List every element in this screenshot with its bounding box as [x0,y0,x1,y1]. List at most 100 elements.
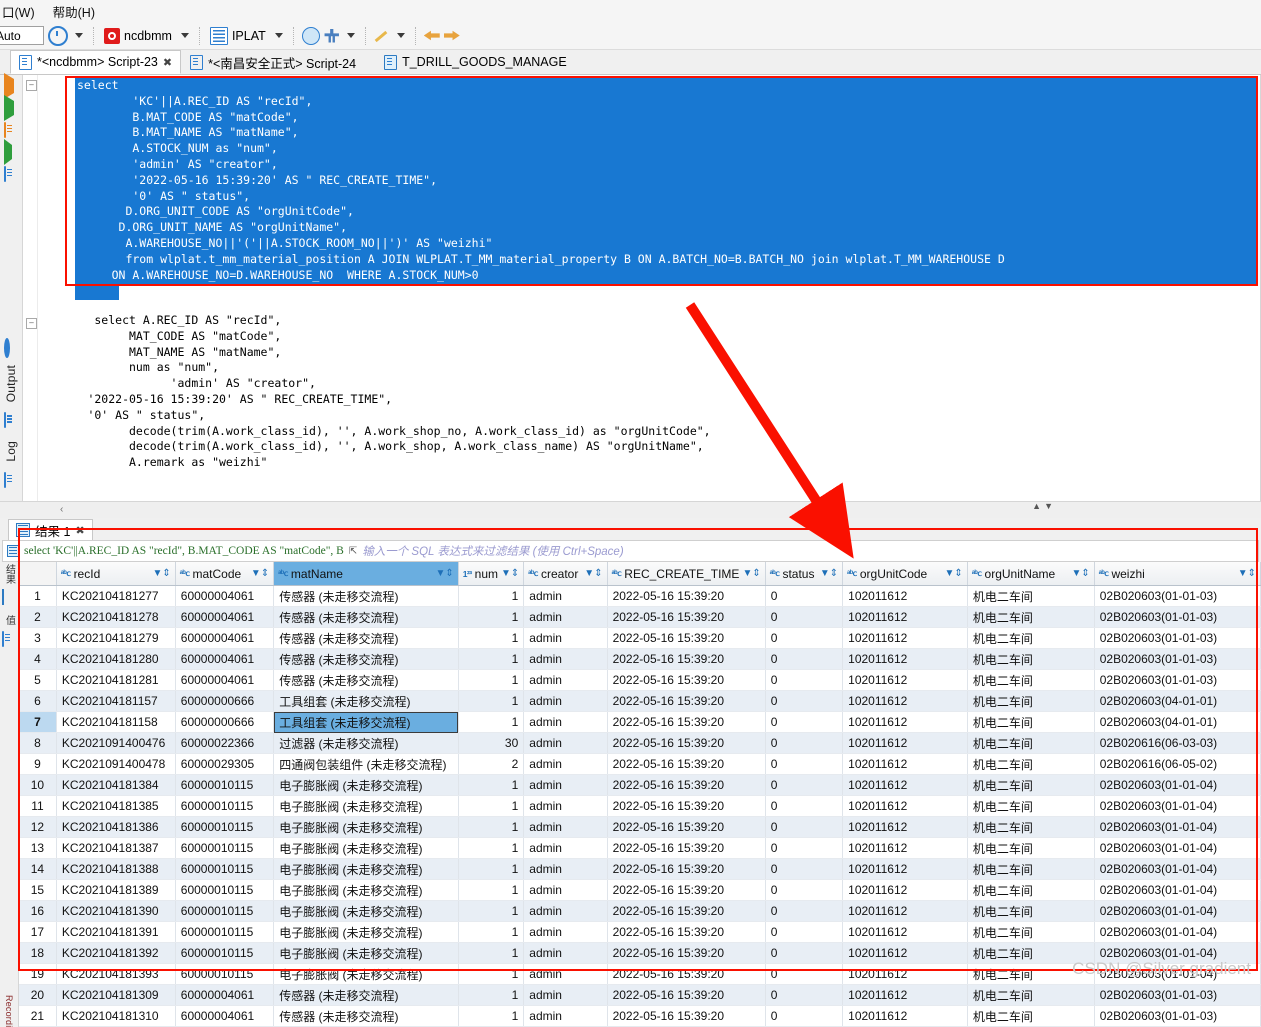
cell-REC_CREATE_TIME[interactable]: 2022-05-16 15:39:20 [607,796,765,817]
cell-num[interactable]: 1 [458,712,524,733]
execute-script-icon[interactable] [4,123,19,138]
row-number-cell[interactable]: 19 [19,964,56,985]
menu-item-help[interactable]: 帮助(H) [51,2,97,21]
cell-status[interactable]: 0 [765,649,842,670]
cell-matCode[interactable]: 60000004061 [175,649,273,670]
cell-orgUnitName[interactable]: 机电二车间 [967,901,1094,922]
execute-new-tab-icon[interactable] [4,101,19,116]
cell-matCode[interactable]: 60000010115 [175,964,273,985]
cell-REC_CREATE_TIME[interactable]: 2022-05-16 15:39:20 [607,985,765,1006]
close-icon[interactable]: ✖ [163,56,172,69]
cell-weizhi[interactable]: 02B020603(01-01-04) [1094,838,1260,859]
cell-matCode[interactable]: 60000004061 [175,628,273,649]
cell-creator[interactable]: admin [524,754,607,775]
cell-REC_CREATE_TIME[interactable]: 2022-05-16 15:39:20 [607,754,765,775]
cell-orgUnitCode[interactable]: 102011612 [843,964,968,985]
cell-orgUnitCode[interactable]: 102011612 [843,943,968,964]
table-row[interactable]: 2KC20210418127860000004061传感器 (未走移交流程)1a… [19,607,1261,628]
filter-sort-icon[interactable]: ▼⇕ [1071,568,1089,579]
cell-recId[interactable]: KC2021091400476 [56,733,175,754]
cell-recId[interactable]: KC202104181277 [56,586,175,607]
cell-weizhi[interactable]: 02B020603(01-01-03) [1094,649,1260,670]
cell-matName[interactable]: 过滤器 (未走移交流程) [274,733,459,754]
schema-selector[interactable]: IPLAT [208,27,268,45]
chevron-down-icon[interactable] [347,33,355,38]
row-number-cell[interactable]: 11 [19,796,56,817]
tab-script-23[interactable]: *<ncdbmm> Script-23 ✖ [10,50,181,74]
cell-matCode[interactable]: 60000010115 [175,775,273,796]
cell-creator[interactable]: admin [524,880,607,901]
cell-orgUnitCode[interactable]: 102011612 [843,733,968,754]
cell-recId[interactable]: KC2021091400478 [56,754,175,775]
cell-matCode[interactable]: 60000010115 [175,838,273,859]
table-row[interactable]: 16KC20210418139060000010115电子膨胀阀 (未走移交流程… [19,901,1261,922]
cell-recId[interactable]: KC202104181310 [56,1006,175,1027]
cell-creator[interactable]: admin [524,628,607,649]
row-number-cell[interactable]: 6 [19,691,56,712]
cell-REC_CREATE_TIME[interactable]: 2022-05-16 15:39:20 [607,586,765,607]
cell-REC_CREATE_TIME[interactable]: 2022-05-16 15:39:20 [607,817,765,838]
cell-weizhi[interactable]: 02B020603(01-01-03) [1094,607,1260,628]
cell-status[interactable]: 0 [765,586,842,607]
cell-orgUnitName[interactable]: 机电二车间 [967,880,1094,901]
tab-result-1[interactable]: 结果 1 ✖ [8,519,93,540]
cell-orgUnitCode[interactable]: 102011612 [843,775,968,796]
row-number-cell[interactable]: 16 [19,901,56,922]
cell-orgUnitName[interactable]: 机电二车间 [967,691,1094,712]
cell-weizhi[interactable]: 02B020603(01-01-04) [1094,775,1260,796]
cell-orgUnitCode[interactable]: 102011612 [843,607,968,628]
cell-orgUnitName[interactable]: 机电二车间 [967,628,1094,649]
cell-matName[interactable]: 工具组套 (未走移交流程) [274,691,459,712]
table-row[interactable]: 10KC20210418138460000010115电子膨胀阀 (未走移交流程… [19,775,1261,796]
cell-matName[interactable]: 传感器 (未走移交流程) [274,649,459,670]
gear-icon[interactable] [4,341,19,356]
cell-matCode[interactable]: 60000000666 [175,691,273,712]
column-header-matCode[interactable]: ᵃᵇ𝖼matCode▼⇕ [175,562,273,586]
cell-REC_CREATE_TIME[interactable]: 2022-05-16 15:39:20 [607,712,765,733]
expand-icon[interactable]: ⇱ [349,546,357,557]
cell-matName[interactable]: 传感器 (未走移交流程) [274,586,459,607]
column-header-orgUnitCode[interactable]: ᵃᵇ𝖼orgUnitCode▼⇕ [843,562,968,586]
cell-num[interactable]: 1 [458,670,524,691]
cell-matName[interactable]: 电子膨胀阀 (未走移交流程) [274,817,459,838]
cell-status[interactable]: 0 [765,754,842,775]
chevron-down-icon[interactable] [75,33,83,38]
cell-matCode[interactable]: 60000004061 [175,985,273,1006]
cell-orgUnitCode[interactable]: 102011612 [843,817,968,838]
cell-orgUnitCode[interactable]: 102011612 [843,859,968,880]
cell-orgUnitName[interactable]: 机电二车间 [967,712,1094,733]
cell-orgUnitName[interactable]: 机电二车间 [967,943,1094,964]
cell-status[interactable]: 0 [765,964,842,985]
cell-creator[interactable]: admin [524,943,607,964]
cell-matName[interactable]: 电子膨胀阀 (未走移交流程) [274,922,459,943]
cell-recId[interactable]: KC202104181279 [56,628,175,649]
cell-num[interactable]: 1 [458,859,524,880]
cell-num[interactable]: 1 [458,985,524,1006]
cell-matName[interactable]: 电子膨胀阀 (未走移交流程) [274,838,459,859]
cell-REC_CREATE_TIME[interactable]: 2022-05-16 15:39:20 [607,838,765,859]
log-icon[interactable] [4,473,19,488]
cell-orgUnitCode[interactable]: 102011612 [843,754,968,775]
cell-creator[interactable]: admin [524,670,607,691]
cell-orgUnitName[interactable]: 机电二车间 [967,670,1094,691]
cell-weizhi[interactable]: 02B020603(01-01-03) [1094,586,1260,607]
column-header-num[interactable]: 1²³num▼⇕ [458,562,524,586]
cell-num[interactable]: 1 [458,838,524,859]
cell-orgUnitName[interactable]: 机电二车间 [967,607,1094,628]
cell-status[interactable]: 0 [765,943,842,964]
column-header-recId[interactable]: ᵃᵇ𝖼recId▼⇕ [56,562,175,586]
cell-matName[interactable]: 电子膨胀阀 (未走移交流程) [274,796,459,817]
cell-matCode[interactable]: 60000029305 [175,754,273,775]
result-filter-bar[interactable]: select 'KC'||A.REC_ID AS "recId", B.MAT_… [2,540,1259,562]
cell-num[interactable]: 1 [458,607,524,628]
clock-icon[interactable] [48,26,68,46]
cell-num[interactable]: 1 [458,817,524,838]
cell-REC_CREATE_TIME[interactable]: 2022-05-16 15:39:20 [607,775,765,796]
cell-orgUnitName[interactable]: 机电二车间 [967,754,1094,775]
cell-num[interactable]: 1 [458,649,524,670]
cell-creator[interactable]: admin [524,922,607,943]
cell-orgUnitCode[interactable]: 102011612 [843,586,968,607]
cell-status[interactable]: 0 [765,838,842,859]
results-table[interactable]: ᵃᵇ𝖼recId▼⇕ᵃᵇ𝖼matCode▼⇕ᵃᵇ𝖼matName▼⇕1²³num… [19,562,1261,1027]
cell-REC_CREATE_TIME[interactable]: 2022-05-16 15:39:20 [607,943,765,964]
